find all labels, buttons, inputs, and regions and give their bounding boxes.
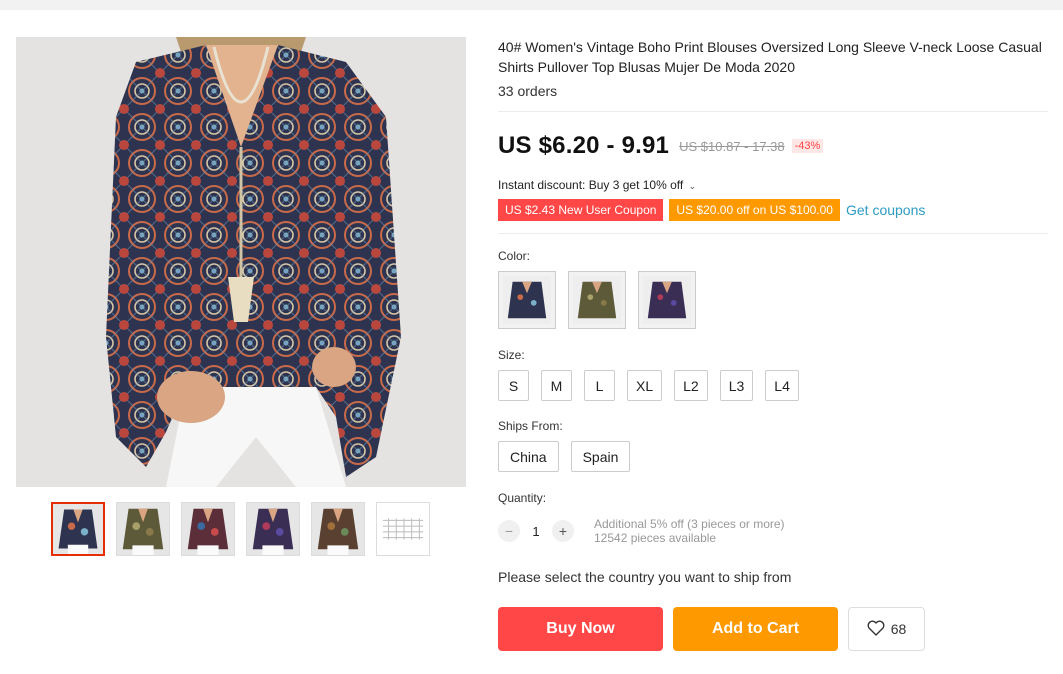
add-to-cart-button[interactable]: Add to Cart: [673, 607, 838, 651]
ships-from-label: Ships From:: [498, 419, 563, 433]
buy-now-button[interactable]: Buy Now: [498, 607, 663, 651]
color-option-olive[interactable]: [568, 271, 626, 329]
color-option-purple[interactable]: [638, 271, 696, 329]
shipping-note: Please select the country you want to sh…: [498, 569, 792, 585]
quantity-input[interactable]: 1: [520, 524, 552, 539]
thumbnail-6-size-chart[interactable]: [376, 502, 430, 556]
quantity-discount-note: Additional 5% off (3 pieces or more): [594, 517, 785, 531]
instant-discount[interactable]: Instant discount: Buy 3 get 10% off ⌄: [498, 178, 1048, 192]
size-option-l4[interactable]: L4: [765, 370, 799, 401]
wishlist-count: 68: [890, 621, 907, 637]
size-option-l3[interactable]: L3: [719, 370, 754, 401]
color-options: [498, 271, 1048, 329]
order-count: 33 orders: [498, 83, 558, 99]
main-product-image[interactable]: [16, 37, 466, 487]
size-option-m[interactable]: M: [541, 370, 572, 401]
new-user-coupon[interactable]: US $2.43 New User Coupon: [498, 199, 664, 221]
divider: [498, 233, 1048, 234]
heart-icon: [867, 620, 885, 639]
size-label: Size:: [498, 348, 525, 362]
ships-from-spain[interactable]: Spain: [570, 441, 631, 472]
top-strip: [0, 0, 1063, 10]
color-label: Color:: [498, 249, 531, 263]
product-info: 40# Women's Vintage Boho Print Blouses O…: [498, 37, 1048, 585]
size-option-xl[interactable]: XL: [627, 370, 663, 401]
store-coupon[interactable]: US $20.00 off on US $100.00: [669, 199, 840, 221]
chevron-down-icon: ⌄: [688, 181, 697, 191]
ships-from-china[interactable]: China: [498, 441, 559, 472]
quantity-stepper: − 1 + Additional 5% off (3 pieces or mor…: [498, 517, 1048, 545]
thumbnail-4[interactable]: [246, 502, 300, 556]
size-option-l2[interactable]: L2: [674, 370, 708, 401]
price-row: US $6.20 - 9.91 US $10.87 - 17.38 -43%: [498, 132, 1048, 160]
instant-discount-text: Instant discount: Buy 3 get 10% off: [498, 178, 684, 192]
action-buttons: Buy Now Add to Cart 68: [498, 607, 925, 651]
thumbnail-5[interactable]: [311, 502, 365, 556]
size-options: S M L XL L2 L3 L4: [498, 370, 1048, 401]
pieces-available: 12542 pieces available: [594, 531, 717, 545]
wishlist-button[interactable]: 68: [848, 607, 925, 651]
thumbnail-1[interactable]: [51, 502, 105, 556]
current-price: US $6.20 - 9.91: [498, 132, 670, 159]
coupon-row: US $2.43 New User Coupon US $20.00 off o…: [498, 199, 1048, 221]
quantity-decrease-button[interactable]: −: [498, 520, 520, 542]
size-option-s[interactable]: S: [498, 370, 529, 401]
thumbnail-3[interactable]: [181, 502, 235, 556]
discount-badge: -43%: [791, 139, 824, 153]
quantity-increase-button[interactable]: +: [552, 520, 574, 542]
original-price: US $10.87 - 17.38: [679, 138, 785, 154]
divider: [498, 111, 1048, 112]
size-option-l[interactable]: L: [584, 370, 615, 401]
thumbnail-strip: [51, 502, 430, 556]
thumbnail-2[interactable]: [116, 502, 170, 556]
product-title: 40# Women's Vintage Boho Print Blouses O…: [498, 39, 1042, 75]
ships-from-options: China Spain: [498, 441, 1048, 472]
color-option-navy[interactable]: [498, 271, 556, 329]
quantity-info: Additional 5% off (3 pieces or more) 125…: [594, 517, 785, 545]
quantity-label: Quantity:: [498, 491, 547, 505]
get-coupons-link[interactable]: Get coupons: [846, 202, 925, 218]
